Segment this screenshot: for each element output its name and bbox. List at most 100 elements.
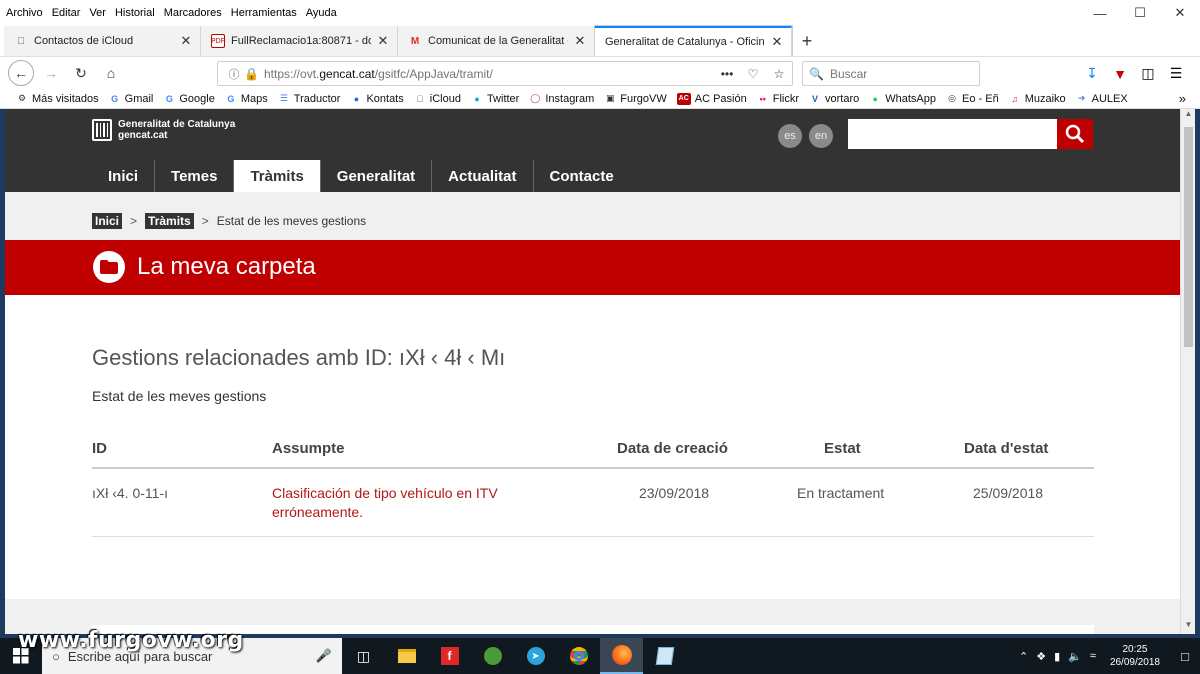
bookmark-aulex[interactable]: ➜ AULEX [1076, 93, 1128, 105]
globe-app-icon[interactable] [471, 638, 514, 674]
task-view-icon[interactable]: ◫ [342, 638, 385, 674]
volume-icon[interactable]: 🔈 [1068, 650, 1082, 663]
menu-historial[interactable]: Historial [115, 7, 155, 19]
close-tab-icon[interactable]: ✕ [178, 33, 194, 49]
ublock-icon[interactable]: ▼ [1106, 66, 1134, 82]
bookmark-google[interactable]: G Google [163, 93, 215, 105]
nav-contacte[interactable]: Contacte [532, 160, 630, 192]
gencat-logo[interactable]: Generalitat de Catalunya gencat.cat [92, 119, 235, 141]
bookmark-instagram[interactable]: ◯ Instagram [529, 93, 594, 105]
bookmark-whatsapp[interactable]: ● WhatsApp [869, 93, 936, 105]
tab-comunicat[interactable]: M Comunicat de la Generalitat de ✕ [398, 26, 595, 56]
minimize-icon[interactable]: — [1080, 0, 1120, 26]
chevron-more-icon[interactable]: » [1179, 91, 1186, 106]
menu-marcadores[interactable]: Marcadores [164, 7, 222, 19]
notepad-icon[interactable] [643, 638, 686, 674]
menu-ver[interactable]: Ver [89, 7, 106, 19]
bookmark-muzaiko[interactable]: ♫ Muzaiko [1009, 93, 1065, 105]
bookmark-gmail[interactable]: G Gmail [109, 93, 153, 105]
close-tab-icon[interactable]: ✕ [572, 33, 588, 49]
bookmark-traductor[interactable]: ☰ Traductor [278, 93, 341, 105]
breadcrumb-separator: > [130, 214, 138, 228]
dropbox-icon[interactable]: ❖ [1036, 650, 1046, 663]
sidebar-icon[interactable]: ◫ [1134, 65, 1162, 82]
chrome-icon[interactable] [557, 638, 600, 674]
bookmark-eo-e-[interactable]: ◎ Eo - Eñ [946, 93, 999, 105]
bookmark-vortaro[interactable]: Vvortaro [809, 93, 859, 105]
site-search-button[interactable] [1057, 119, 1093, 149]
bookmark-icloud[interactable]: iCloud [414, 93, 461, 105]
new-tab-icon[interactable]: + [792, 26, 822, 56]
apple-icon:  [14, 34, 28, 48]
close-tab-icon[interactable]: ✕ [375, 33, 391, 49]
bookmark-star-icon[interactable]: ☆ [766, 67, 792, 81]
window-controls: — ☐ ✕ [1080, 0, 1200, 26]
scroll-thumb[interactable] [1184, 127, 1193, 347]
col-data-creacio: Data de creació [617, 440, 728, 457]
bookmark-maps[interactable]: G Maps [225, 93, 267, 105]
lang-en-button[interactable]: en [809, 124, 833, 148]
menu-herramientas[interactable]: Herramientas [231, 7, 297, 19]
breadcrumb-inici[interactable]: Inici [92, 213, 123, 229]
google-icon: G [111, 93, 119, 104]
close-icon[interactable]: ✕ [1160, 0, 1200, 26]
menu-archivo[interactable]: Archivo [6, 7, 43, 19]
nav-tramits[interactable]: Tràmits [233, 160, 320, 192]
menu-editar[interactable]: Editar [52, 7, 81, 19]
chevron-up-icon[interactable]: ⌃ [1019, 650, 1028, 663]
bookmark-ac-pasi-n[interactable]: AC AC Pasión [676, 92, 747, 105]
bookmark-furgovw[interactable]: ▣ FurgoVW [604, 93, 667, 105]
bookmark-m-s-visitados[interactable]: ⚙ Más visitados [16, 93, 99, 105]
maximize-icon[interactable]: ☐ [1120, 0, 1160, 26]
flipboard-icon[interactable]: f [428, 638, 471, 674]
firefox-icon[interactable] [600, 638, 643, 674]
reload-icon[interactable]: ↻ [68, 60, 94, 86]
apple-icon:  [414, 93, 426, 105]
notifications-icon[interactable]: □ [1170, 649, 1200, 664]
col-data-estat: Data d'estat [964, 440, 1049, 457]
contacts-icon: ● [353, 93, 360, 104]
row-subject-link[interactable]: Clasificación de tipo vehículo en ITV er… [272, 484, 498, 522]
home-icon[interactable]: ⌂ [98, 60, 124, 86]
file-explorer-icon[interactable] [385, 638, 428, 674]
battery-icon[interactable]: ▮ [1054, 650, 1060, 663]
forward-arrow-icon[interactable]: → [38, 60, 64, 86]
url-text[interactable]: https://ovt.gencat.cat/gsitfc/AppJava/tr… [264, 67, 714, 81]
nav-inici[interactable]: Inici [92, 160, 154, 192]
back-arrow-icon[interactable]: ← [8, 60, 34, 86]
url-bar[interactable]: ⓘ 🔒 https://ovt.gencat.cat/gsitfc/AppJav… [217, 61, 793, 86]
page-scrollbar[interactable]: ▲ ▼ [1180, 109, 1195, 634]
nav-actualitat[interactable]: Actualitat [431, 160, 532, 192]
search-bar[interactable]: 🔍 Buscar [802, 61, 980, 86]
tab-full-reclamacio[interactable]: PDF FullReclamacio1a:80871 - doc_ ✕ [201, 26, 398, 56]
nav-temes[interactable]: Temes [154, 160, 233, 192]
col-id: ID [92, 440, 107, 457]
breadcrumb-separator: > [201, 214, 209, 228]
scroll-down-icon[interactable]: ▼ [1181, 620, 1196, 634]
lang-es-button[interactable]: es [778, 124, 802, 148]
site-search-input[interactable] [848, 119, 1057, 149]
wifi-icon[interactable]: ≈ [1090, 650, 1096, 662]
page-actions-icon[interactable]: ••• [714, 67, 740, 81]
telegram-icon[interactable]: ➤ [514, 638, 557, 674]
system-clock[interactable]: 20:25 26/09/2018 [1110, 643, 1160, 669]
bookmark-twitter[interactable]: ● Twitter [471, 93, 519, 105]
menu-ayuda[interactable]: Ayuda [306, 7, 337, 19]
close-tab-icon[interactable]: ✕ [769, 34, 785, 50]
info-icon[interactable]: ⓘ [224, 66, 244, 82]
folder-icon [93, 251, 125, 283]
breadcrumb-tramits[interactable]: Tràmits [145, 213, 194, 229]
tab-icloud-contacts[interactable]:  Contactos de iCloud ✕ [4, 26, 201, 56]
instagram-icon: ◯ [530, 93, 541, 103]
row-created: 23/09/2018 [639, 485, 710, 501]
microphone-icon[interactable]: 🎤 [316, 648, 332, 664]
scroll-up-icon[interactable]: ▲ [1181, 109, 1196, 123]
download-icon[interactable]: ↧ [1078, 65, 1106, 82]
pocket-icon[interactable]: ♡ [740, 67, 766, 81]
bookmark-flickr[interactable]: •• Flickr [757, 93, 799, 105]
tab-generalitat-active[interactable]: Generalitat de Catalunya - Oficina v ✕ [595, 26, 792, 56]
bookmark-kontats[interactable]: ● Kontats [350, 93, 404, 105]
hamburger-menu-icon[interactable]: ☰ [1162, 65, 1190, 82]
bookmark-label: AC Pasión [694, 92, 747, 105]
nav-generalitat[interactable]: Generalitat [319, 160, 431, 192]
